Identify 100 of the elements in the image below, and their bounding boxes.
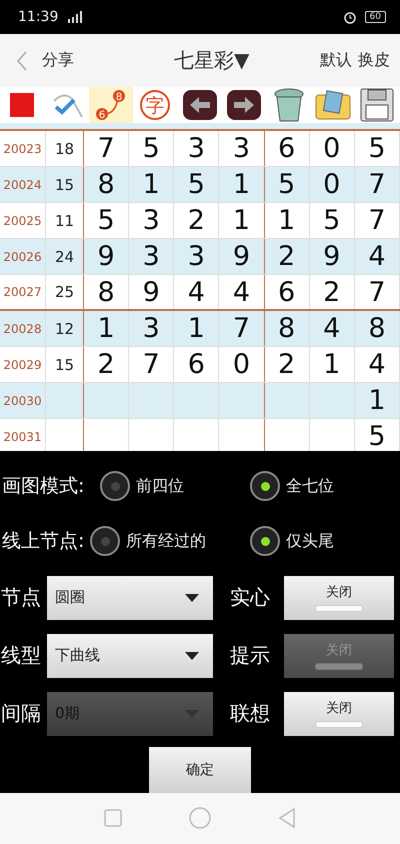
table-cell: 7 xyxy=(219,311,265,346)
square-icon xyxy=(10,93,34,118)
table-cell: 24 xyxy=(46,239,84,274)
issue-cell: 20030 xyxy=(0,383,46,418)
status-time: 11:39 xyxy=(18,9,58,26)
table-cell: 7 xyxy=(129,347,174,382)
table-cell: 2 xyxy=(84,347,130,382)
table-cell: 6 xyxy=(264,131,310,166)
stamp-icon: 字 xyxy=(139,89,172,122)
table-cell: 4 xyxy=(174,275,220,310)
table-cell: 5 xyxy=(354,419,400,451)
table-cell: 1 xyxy=(310,347,355,382)
table-cell: 3 xyxy=(174,131,220,166)
issue-cell: 20023 xyxy=(0,131,46,166)
dropdown[interactable]: 圆圈 xyxy=(47,576,213,620)
table-cell: 6 xyxy=(264,275,310,310)
table-cell: 2 xyxy=(310,275,355,310)
table-cell: 8 xyxy=(264,311,310,346)
toolbar-button[interactable]: 字 xyxy=(133,87,178,124)
setting-label: 节点 xyxy=(0,584,42,612)
radio-button[interactable] xyxy=(250,526,280,556)
toolbar-button[interactable]: 6 8 xyxy=(88,87,134,124)
table-cell: 8 xyxy=(354,311,400,346)
table-cell: 4 xyxy=(219,275,265,310)
table-cell: 0 xyxy=(310,131,355,166)
table-cell: 7 xyxy=(84,131,130,166)
dropdown[interactable]: 下曲线 xyxy=(47,634,213,678)
table-cell: 18 xyxy=(46,131,84,166)
table-cell: 9 xyxy=(310,239,355,274)
folder-icon xyxy=(314,89,351,122)
setting-label: 间隔 xyxy=(0,700,42,728)
radio-button[interactable] xyxy=(90,526,120,556)
table-cell: 12 xyxy=(46,311,84,346)
dropdown-arrow-icon xyxy=(185,594,199,602)
table-cell: 9 xyxy=(84,239,130,274)
dropdown-arrow-icon xyxy=(185,710,199,718)
table-cell: 5 xyxy=(174,167,220,202)
table-cell: 8 xyxy=(84,167,130,202)
table-cell: 5 xyxy=(129,131,174,166)
table-cell: 7 xyxy=(354,203,400,238)
chevron-left-icon xyxy=(16,50,28,72)
table-cell: 0 xyxy=(219,347,265,382)
issue-cell: 20025 xyxy=(0,203,46,238)
radio-label[interactable]: 所有经过的 xyxy=(126,530,206,552)
table-cell: 3 xyxy=(219,131,265,166)
table-cell: 15 xyxy=(46,167,84,202)
table-cell: 4 xyxy=(354,239,400,274)
table-cell: 3 xyxy=(129,311,174,346)
table-cell: 15 xyxy=(46,347,84,382)
radio-button[interactable] xyxy=(100,471,130,502)
table-cell: 7 xyxy=(354,167,400,202)
table-cell: 7 xyxy=(354,275,400,310)
radio-button[interactable] xyxy=(250,471,280,502)
table-cell: 6 xyxy=(174,347,220,382)
table-cell: 9 xyxy=(129,275,174,310)
table-cell: 8 xyxy=(84,275,130,310)
table-cell: 1 xyxy=(264,203,310,238)
table-cell: 1 xyxy=(219,167,265,202)
header-action[interactable]: 默认 xyxy=(320,50,352,72)
table-cell: 11 xyxy=(46,203,84,238)
table-cell: 5 xyxy=(310,203,355,238)
back-button[interactable]: 分享 xyxy=(16,50,136,72)
alarm-icon xyxy=(342,10,357,24)
table-cell: 3 xyxy=(174,239,220,274)
issue-cell: 20029 xyxy=(0,347,46,382)
header-action[interactable]: 换皮 xyxy=(358,50,390,72)
table-cell: 5 xyxy=(84,203,130,238)
table-cell: 1 xyxy=(129,167,174,202)
table-cell: 1 xyxy=(354,383,400,418)
table-cell: 3 xyxy=(129,239,174,274)
setting-label: 联想 xyxy=(229,700,271,728)
setting-label: 提示 xyxy=(229,642,271,670)
setting-label: 实心 xyxy=(229,584,271,612)
table-cell: 4 xyxy=(310,311,355,346)
table-cell: 5 xyxy=(354,131,400,166)
battery-icon: 60 xyxy=(364,11,386,24)
table-cell: 5 xyxy=(264,167,310,202)
issue-cell: 20027 xyxy=(0,275,46,310)
radio-label[interactable]: 仅头尾 xyxy=(286,530,334,552)
radio-label[interactable]: 前四位 xyxy=(136,476,184,497)
table-cell: 3 xyxy=(129,203,174,238)
issue-cell: 20031 xyxy=(0,419,46,451)
table-cell: 2 xyxy=(174,203,220,238)
issue-cell: 20026 xyxy=(0,239,46,274)
dropdown-arrow-icon xyxy=(185,652,199,660)
issue-cell: 20024 xyxy=(0,167,46,202)
setting-label: 线型 xyxy=(0,642,42,670)
radio-group-label: 画图模式: xyxy=(1,474,86,500)
table-cell: 0 xyxy=(310,167,355,202)
toggle-button[interactable]: 关闭 xyxy=(284,576,394,620)
lottery-dropdown[interactable]: 七星彩▼ xyxy=(136,47,320,74)
table-cell: 1 xyxy=(219,203,265,238)
radio-label[interactable]: 全七位 xyxy=(286,476,334,497)
table-cell: 1 xyxy=(174,311,220,346)
table-cell: 2 xyxy=(264,347,310,382)
trash-icon xyxy=(272,87,306,124)
confirm-button[interactable]: 确定 xyxy=(149,746,251,793)
table-cell: 1 xyxy=(84,311,130,346)
radio-group-label: 线上节点: xyxy=(1,529,86,554)
table-cell: 2 xyxy=(264,239,310,274)
